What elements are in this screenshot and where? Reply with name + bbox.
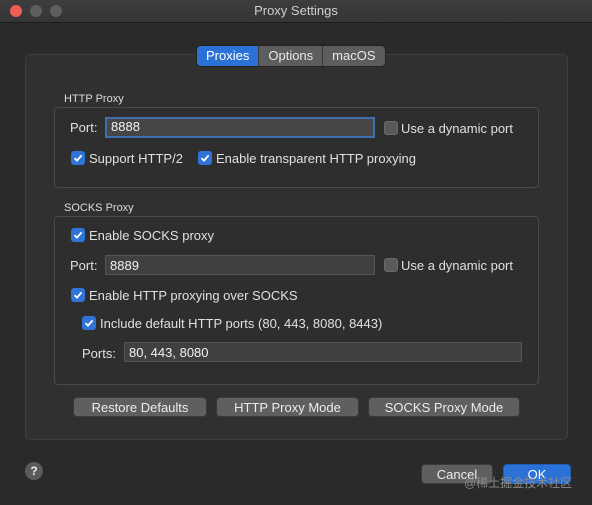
- tab-proxies[interactable]: Proxies: [197, 46, 259, 66]
- help-button[interactable]: ?: [25, 462, 43, 480]
- http-over-socks-checkbox[interactable]: [71, 288, 85, 302]
- socks-proxy-mode-button[interactable]: SOCKS Proxy Mode: [368, 397, 520, 417]
- http-dynamic-port-label: Use a dynamic port: [401, 121, 513, 136]
- socks-dynamic-port-checkbox[interactable]: [384, 258, 398, 272]
- include-default-ports-label: Include default HTTP ports (80, 443, 808…: [100, 316, 383, 331]
- checkmark-icon: [73, 231, 83, 239]
- transparent-proxying-checkbox[interactable]: [198, 151, 212, 165]
- checkmark-icon: [84, 319, 94, 327]
- transparent-proxying-label: Enable transparent HTTP proxying: [216, 151, 416, 166]
- http-proxy-mode-button[interactable]: HTTP Proxy Mode: [216, 397, 359, 417]
- enable-socks-checkbox[interactable]: [71, 228, 85, 242]
- tab-options[interactable]: Options: [258, 46, 322, 66]
- restore-defaults-button[interactable]: Restore Defaults: [73, 397, 207, 417]
- socks-dynamic-port-label: Use a dynamic port: [401, 258, 513, 273]
- enable-socks-label: Enable SOCKS proxy: [89, 228, 215, 243]
- tab-macos[interactable]: macOS: [322, 46, 384, 66]
- socks-port-field[interactable]: 8889: [105, 255, 375, 275]
- checkmark-icon: [73, 291, 83, 299]
- window-title: Proxy Settings: [254, 3, 338, 18]
- support-http2-checkbox[interactable]: [71, 151, 85, 165]
- include-default-ports-checkbox[interactable]: [82, 316, 96, 330]
- watermark-text: @稀土掘金技术社区: [464, 476, 573, 490]
- http-proxy-section-title: HTTP Proxy: [64, 93, 124, 105]
- tab-bar: Proxies Options macOS: [196, 45, 386, 67]
- ports-label: Ports:: [82, 346, 116, 361]
- checkmark-icon: [73, 154, 83, 162]
- http-over-socks-label: Enable HTTP proxying over SOCKS: [89, 288, 298, 303]
- socks-port-label: Port:: [70, 258, 98, 273]
- http-port-label: Port:: [70, 120, 98, 135]
- ports-field[interactable]: 80, 443, 8080: [124, 342, 522, 362]
- socks-proxy-section-title: SOCKS Proxy: [64, 202, 134, 214]
- support-http2-label: Support HTTP/2: [89, 151, 183, 166]
- checkmark-icon: [200, 154, 210, 162]
- title-bar: Proxy Settings: [0, 0, 592, 23]
- http-dynamic-port-checkbox[interactable]: [384, 121, 398, 135]
- http-port-field[interactable]: 8888: [105, 117, 375, 138]
